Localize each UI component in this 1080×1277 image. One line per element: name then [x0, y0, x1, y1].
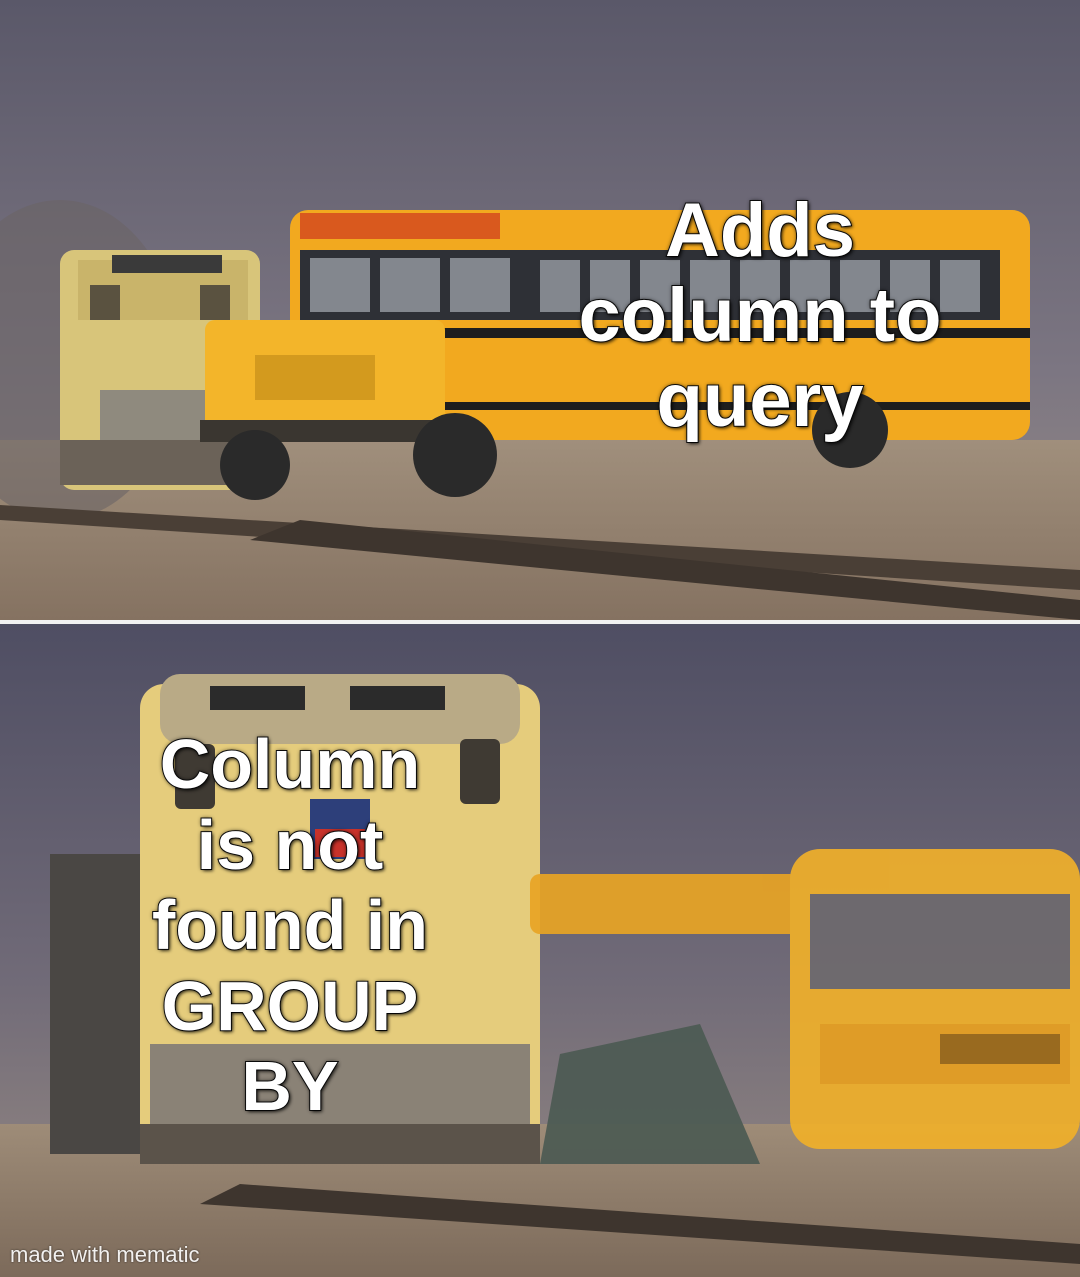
bottom-caption-line-5: BY: [240, 1046, 339, 1126]
mematic-watermark: made with mematic: [10, 1242, 200, 1267]
bottom-caption: Column is not found in GROUP BY: [120, 724, 460, 1127]
bottom-caption-line-2: is not: [196, 805, 385, 885]
bottom-caption-line-1: Column: [159, 724, 422, 804]
top-panel: Adds column to query: [0, 0, 1080, 620]
top-caption-line-3: query: [656, 357, 865, 444]
top-caption-line-2: column to: [577, 272, 942, 359]
top-caption: Adds column to query: [520, 187, 1000, 444]
meme-image: Adds column to query Column is not found…: [0, 0, 1080, 1277]
top-caption-line-1: Adds: [664, 187, 856, 274]
bottom-caption-line-4: GROUP: [161, 966, 420, 1046]
bottom-caption-line-3: found in: [151, 885, 429, 965]
bottom-panel: Column is not found in GROUP BY: [0, 624, 1080, 1277]
